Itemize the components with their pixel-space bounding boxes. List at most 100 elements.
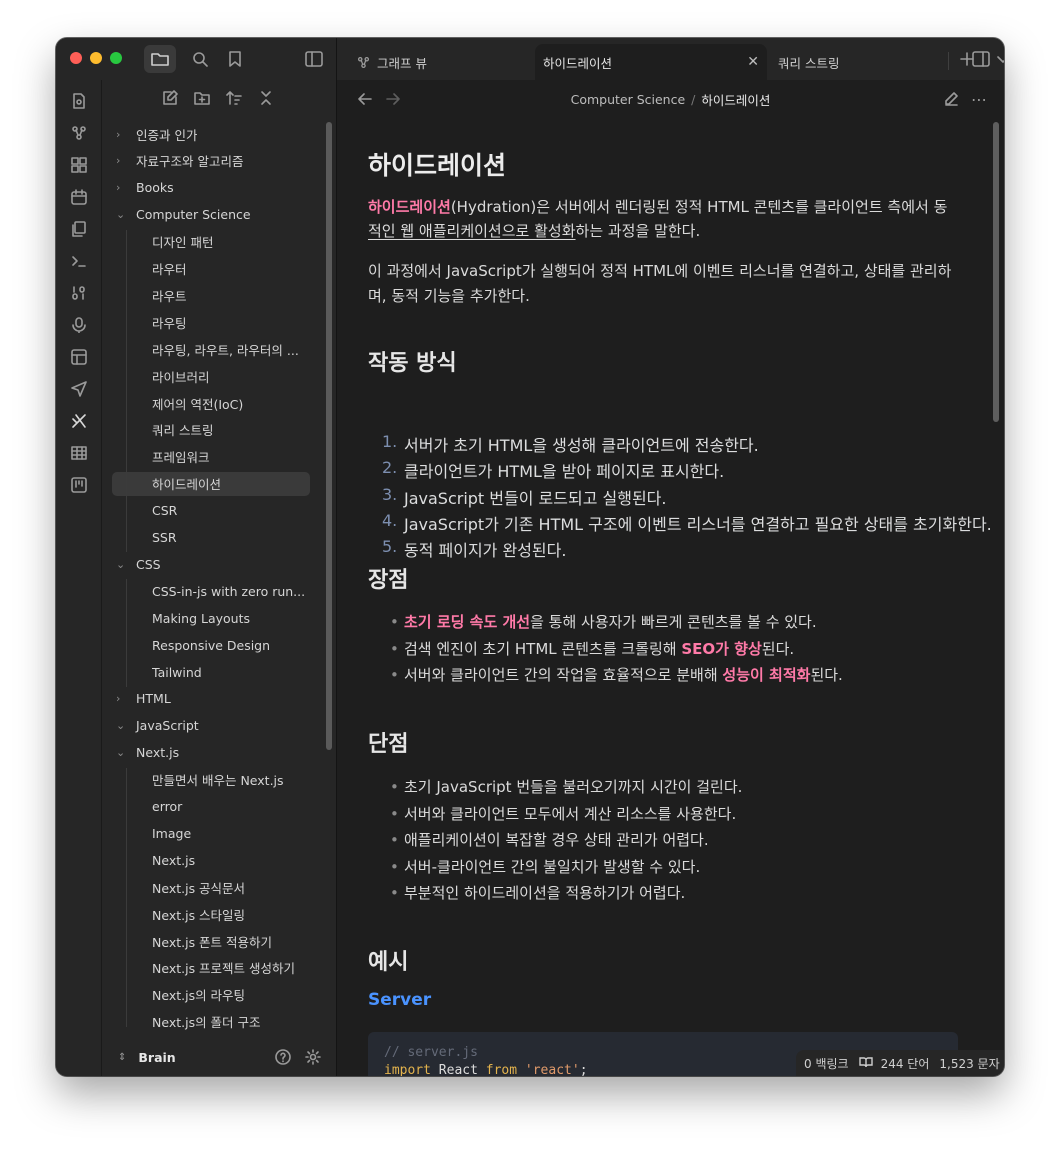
file-item-active[interactable]: 하이드레이션 [112,471,310,496]
indent-guide [126,229,127,553]
folder-label: CSS [136,556,161,572]
file-item[interactable]: Image [152,821,312,845]
close-tab-icon[interactable]: ✕ [747,54,759,70]
tab-query-string[interactable]: 쿼리 스트링 [778,44,938,80]
list-text: JavaScript가 기존 HTML 구조에 이벤트 리스너를 연결하고 필요… [404,514,992,534]
file-item[interactable]: 라이브러리 [152,364,312,388]
bookmark-icon[interactable] [221,45,249,73]
file-item[interactable]: 프레임워크 [152,445,312,469]
file-item[interactable]: Next.js 스타일링 [152,902,312,926]
file-item[interactable]: Next.js [152,848,312,872]
folder-item[interactable]: › HTML [116,687,171,711]
canvas-icon[interactable] [66,152,92,178]
file-item[interactable]: SSR [152,526,312,550]
file-item[interactable]: 라우트 [152,283,312,307]
indent-guide [126,767,127,1027]
file-item[interactable]: 쿼리 스트링 [152,418,312,442]
breadcrumb-parent[interactable]: Computer Science [571,92,686,107]
list-text: 된다. [761,639,795,658]
tab-label: 그래프 뷰 [377,55,427,71]
new-note-icon[interactable] [158,86,182,110]
file-item[interactable]: 라우팅, 라우트, 라우터의 ... [152,337,312,361]
highlight-text: 성능이 최적화 [722,666,811,685]
app-window: › 인증과 인가 › 자료구조와 알고리즘 › Books ⌄ Computer Scienc… [56,38,1004,1076]
file-item[interactable]: 제어의 역전(IoC) [152,391,312,415]
file-item[interactable]: Making Layouts [152,606,312,630]
file-item[interactable]: 디자인 패턴 [152,230,312,254]
excalidraw-icon[interactable] [66,408,92,434]
chevron-right-icon: › [116,692,121,706]
code-keyword: from [485,1063,518,1076]
bullet-list-item: • 서버와 클라이언트 모두에서 계산 리소스를 사용한다. [390,801,994,827]
folder-item[interactable]: › 자료구조와 알고리즘 [116,149,243,173]
settings-icon[interactable] [304,1048,322,1066]
underlined-text: 적인 웹 애플리케이션으로 활성화 [368,222,576,240]
files-icon[interactable] [144,45,176,73]
file-item[interactable]: 만들면서 배우는 Next.js [152,768,312,792]
sidebar-scrollbar[interactable] [326,122,332,750]
folder-item[interactable]: › 인증과 인가 [116,122,197,146]
quick-switcher-icon[interactable] [66,88,92,114]
graph-icon[interactable] [66,120,92,146]
file-item[interactable]: CSS-in-js with zero run... [152,579,312,603]
collapse-all-icon[interactable] [254,86,278,110]
list-number: 3. [382,484,398,504]
backlinks-count[interactable]: 0 백링크 [804,1055,849,1072]
layout-icon[interactable] [66,344,92,370]
file-item[interactable]: Responsive Design [152,633,312,657]
highlight-text: 초기 로딩 속도 개선 [404,613,531,631]
editor-scrollbar[interactable] [993,122,999,422]
terminal-icon[interactable] [66,248,92,274]
file-item[interactable]: Next.js 공식문서 [152,875,312,899]
list-number: 4. [382,510,398,530]
table-icon[interactable] [66,440,92,466]
file-item[interactable]: Tailwind [152,660,312,684]
paragraph-line: 며, 동적 기능을 추가한다. [368,287,530,305]
breadcrumb-current[interactable]: 하이드레이션 [701,90,770,109]
file-item[interactable]: Next.js의 라우팅 [152,983,312,1007]
templates-icon[interactable] [66,216,92,242]
folder-item[interactable]: ⌄ JavaScript [116,714,199,738]
bullet-list-item: • 검색 엔진이 초기 HTML 콘텐츠를 크롤링해 SEO가 향상된다. [390,636,994,662]
file-item[interactable]: Next.js 폰트 적용하기 [152,929,312,953]
file-item[interactable]: Next.js의 폴더 구조 [152,1010,312,1034]
file-item[interactable]: Next.js 프로젝트 생성하기 [152,956,312,980]
new-folder-icon[interactable] [190,86,214,110]
file-item[interactable]: 라우팅 [152,310,312,334]
help-icon[interactable] [274,1048,292,1066]
kanban-icon[interactable] [66,472,92,498]
minimize-window-button[interactable] [90,52,102,64]
folder-item[interactable]: ⌄ Next.js [116,741,179,765]
close-window-button[interactable] [70,52,82,64]
microphone-icon[interactable] [66,312,92,338]
folder-label: Books [136,180,174,196]
intro-text: (Hydration)은 서버에서 렌더링된 정적 HTML 콘텐츠를 클라이언… [450,198,948,216]
right-sidebar-toggle-icon[interactable] [968,47,994,71]
calendar-icon[interactable] [66,184,92,210]
file-item[interactable]: error [152,795,312,819]
more-options-icon[interactable]: ⋯ [967,87,991,111]
second-paragraph: 이 과정에서 JavaScript가 실행되어 정적 HTML에 이벤트 리스너… [368,259,958,309]
file-item[interactable]: CSR [152,499,312,523]
file-item[interactable]: 라우터 [152,257,312,281]
vault-name[interactable]: Brain [138,1050,175,1065]
binary-icon[interactable] [66,280,92,306]
sort-icon[interactable] [222,86,246,110]
folder-item[interactable]: ⌄ Computer Science [116,203,251,227]
indent-guide [126,579,127,687]
bullet-icon: • [390,857,399,876]
folder-item[interactable]: › Books [116,176,174,200]
send-icon[interactable] [66,376,92,402]
list-text: 애플리케이션이 복잡할 경우 상태 관리가 어렵다. [404,831,709,850]
folder-item[interactable]: ⌄ CSS [116,552,161,576]
vault-switch-icon[interactable]: ⇕ [118,1052,126,1063]
search-icon[interactable] [186,45,214,73]
edit-mode-icon[interactable] [939,87,963,111]
vault-switcher-bar: ⇕ Brain [102,1038,337,1076]
maximize-window-button[interactable] [110,52,122,64]
sidebar-toggle-icon[interactable] [300,45,328,73]
tab-hydration[interactable]: 하이드레이션 ✕ [535,44,767,80]
reading-icon[interactable] [858,1056,873,1071]
section-heading-pros: 장점 [368,568,409,593]
tab-graph-view[interactable]: 그래프 뷰 [355,44,525,80]
